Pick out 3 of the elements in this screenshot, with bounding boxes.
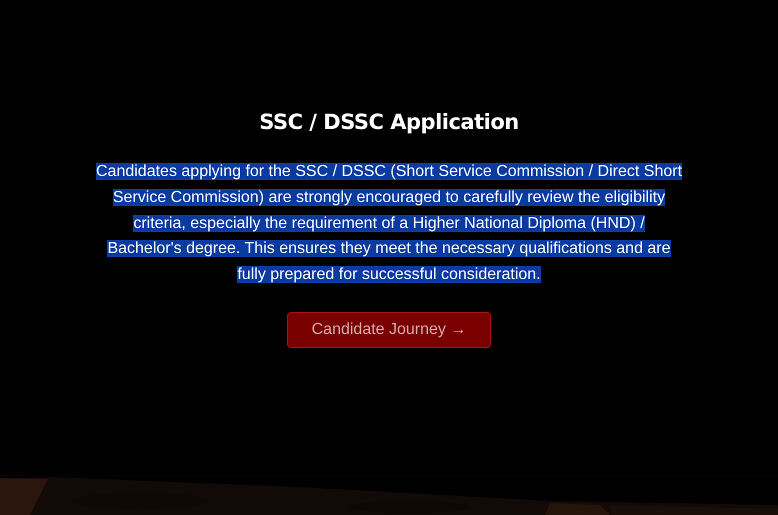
section-heading: SSC / DSSC Application (259, 110, 519, 136)
description-text: Candidates applying for the SSC / DSSC (Short Service Commission / Direct Short Service Commission) are strongly encouraged to carefully review the eligibility criteria, especially the requirement of a Higher National Diploma (HND) / Bachelor's degree. This ensures they meet the necessary qualifications and are fully prepared for successful consideration. (96, 162, 682, 285)
candidate-journey-button[interactable]: Candidate Journey → (286, 312, 492, 348)
